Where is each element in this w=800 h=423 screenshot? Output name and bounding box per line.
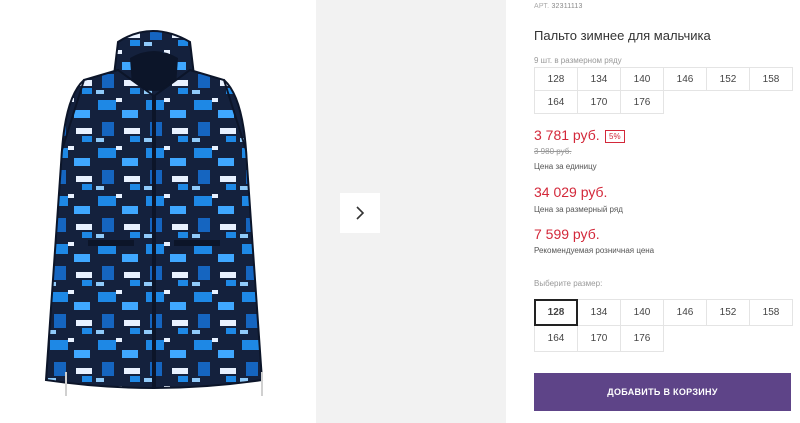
size-option[interactable]: 164 (534, 325, 578, 352)
row-price: 34 029 руб. (534, 184, 608, 200)
size-option[interactable]: 158 (749, 299, 793, 326)
article-number: АРТ. 32311113 (534, 3, 583, 10)
size-row-cell: 146 (663, 67, 707, 91)
article-label: АРТ. (534, 3, 550, 10)
size-row-cell: 158 (749, 67, 793, 91)
size-row-cell: 134 (577, 67, 621, 91)
size-row-cell: 140 (620, 67, 664, 91)
choose-size-label: Выберите размер: (534, 279, 603, 288)
size-row-grid: 128 134 140 146 152 158 164 170 176 (534, 67, 793, 114)
unit-price-label: Цена за единицу (534, 162, 597, 171)
unit-price: 3 781 руб. (534, 127, 600, 143)
size-row-cell: 152 (706, 67, 750, 91)
old-price: 3 980 руб. (534, 147, 572, 156)
size-option[interactable]: 128 (534, 299, 578, 326)
row-price-label: Цена за размерный ряд (534, 205, 623, 214)
size-option[interactable]: 134 (577, 299, 621, 326)
retail-price: 7 599 руб. (534, 226, 600, 242)
product-title: Пальто зимнее для мальчика (534, 28, 711, 43)
next-image-button[interactable] (340, 193, 380, 233)
size-row-cell: 164 (534, 90, 578, 114)
coat-illustration (44, 30, 264, 396)
add-to-cart-button[interactable]: ДОБАВИТЬ В КОРЗИНУ (534, 373, 791, 411)
size-option[interactable]: 146 (663, 299, 707, 326)
product-image (0, 0, 306, 423)
size-row-cell: 170 (577, 90, 621, 114)
article-value: 32311113 (551, 3, 583, 10)
size-option[interactable]: 152 (706, 299, 750, 326)
chevron-right-icon (356, 206, 365, 220)
size-option[interactable]: 140 (620, 299, 664, 326)
size-option[interactable]: 176 (620, 325, 664, 352)
size-option[interactable]: 170 (577, 325, 621, 352)
size-row-note: 9 шт. в размерном ряду (534, 56, 622, 65)
gallery-next-panel (316, 0, 506, 423)
retail-price-label: Рекомендуемая розничная цена (534, 246, 655, 255)
discount-badge: 5% (605, 130, 625, 143)
size-row-cell: 176 (620, 90, 664, 114)
size-row-cell: 128 (534, 67, 578, 91)
size-picker: 128 134 140 146 152 158 164 170 176 (534, 299, 793, 352)
